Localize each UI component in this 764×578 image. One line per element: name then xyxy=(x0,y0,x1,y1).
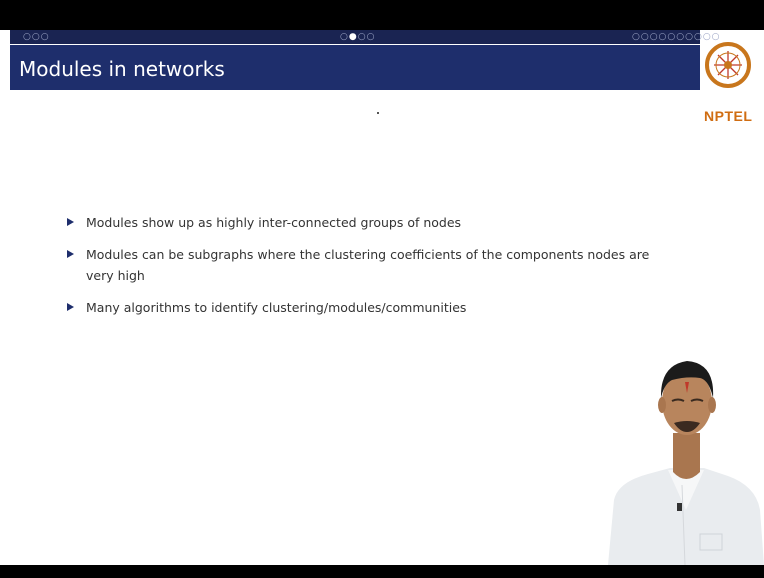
bullet-list: Modules show up as highly inter-connecte… xyxy=(67,212,677,329)
bullet-triangle-icon xyxy=(67,250,74,258)
nav-dot-current: ● xyxy=(348,32,358,42)
nav-dot: ○○ xyxy=(357,32,376,42)
bullet-text: Many algorithms to identify clustering/m… xyxy=(86,300,467,315)
bullet-item: Modules show up as highly inter-connecte… xyxy=(67,212,677,233)
stray-dot xyxy=(377,112,379,114)
navigation-strip: ○○○ ○●○○ ○○○○○○○○○○ xyxy=(10,30,720,44)
nav-dot: ○ xyxy=(340,32,349,42)
nav-dots-left[interactable]: ○○○ xyxy=(23,31,50,43)
logo-emblem-icon xyxy=(705,42,751,88)
presenter-video xyxy=(608,310,764,565)
bullet-triangle-icon xyxy=(67,303,74,311)
nptel-logo: NPTEL xyxy=(702,38,762,136)
slide: ○○○ ○●○○ ○○○○○○○○○○ Modules in networks … xyxy=(0,30,764,565)
bullet-item: Many algorithms to identify clustering/m… xyxy=(67,297,677,318)
bullet-text: Modules show up as highly inter-connecte… xyxy=(86,215,462,230)
bottom-letterbox xyxy=(0,565,764,578)
bullet-item: Modules can be subgraphs where the clust… xyxy=(67,244,677,286)
bullet-triangle-icon xyxy=(67,218,74,226)
slide-title: Modules in networks xyxy=(19,57,225,81)
top-letterbox xyxy=(0,0,764,30)
title-bar: Modules in networks xyxy=(10,45,700,90)
logo-text: NPTEL xyxy=(704,108,753,124)
nav-dots-middle[interactable]: ○●○○ xyxy=(340,31,375,43)
bullet-text: Modules can be subgraphs where the clust… xyxy=(86,247,650,283)
